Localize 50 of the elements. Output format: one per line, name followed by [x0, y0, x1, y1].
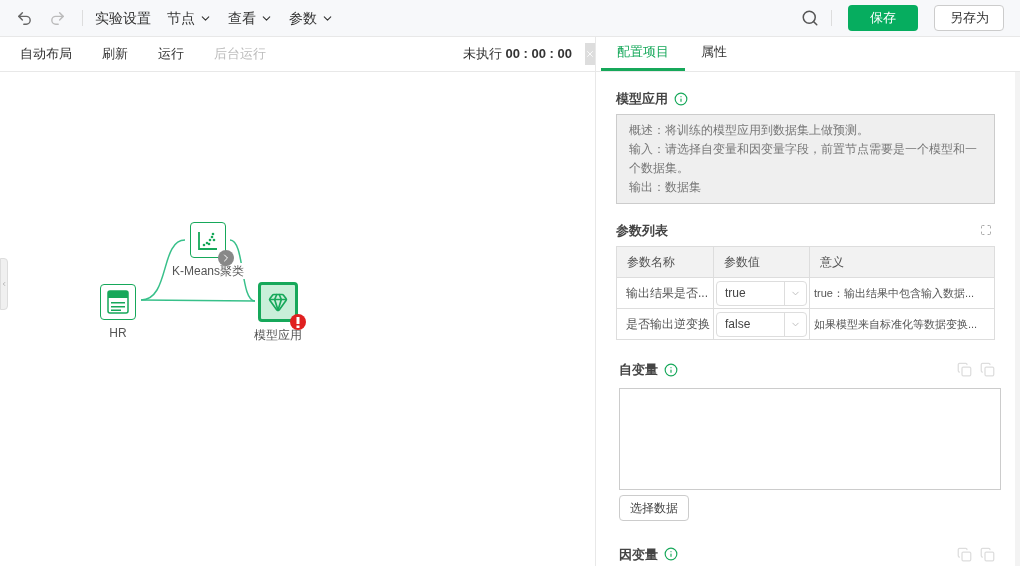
variable-list-field[interactable]	[619, 387, 1001, 490]
flow-node[interactable]	[190, 222, 226, 258]
flow-node[interactable]	[258, 282, 298, 322]
close-icon	[585, 49, 595, 59]
collapse-button[interactable]	[585, 43, 595, 65]
select-data-button[interactable]: 选择数据	[619, 494, 689, 521]
menu-item[interactable]: 节点	[167, 7, 212, 29]
table-cell: 输出结果是否...	[616, 277, 714, 309]
copy-icon[interactable]	[980, 546, 995, 562]
section-title: 模型应用	[616, 90, 668, 108]
redo-icon[interactable]	[49, 9, 66, 27]
menu-item[interactable]: 实验设置	[95, 7, 151, 29]
column-header: 参数名称	[616, 246, 714, 278]
description-text: 输入：请选择自变量和因变量字段，前置节点需要是一个模型和一个数据集。	[629, 140, 978, 177]
run-status: 未执行 00 : 00 : 00	[462, 45, 572, 64]
panel-tab[interactable]: 属性	[685, 36, 743, 71]
toolbar-button[interactable]: 刷新	[102, 44, 128, 64]
copy-icon[interactable]	[980, 362, 995, 378]
expand-icon[interactable]	[980, 224, 992, 237]
expand-left-button[interactable]	[0, 258, 8, 310]
node-label: 模型应用	[252, 327, 304, 343]
save-as-button[interactable]: 另存为	[934, 5, 1004, 31]
column-header: 意义	[809, 246, 995, 278]
info-icon[interactable]	[664, 362, 678, 377]
section-title: 参数列表	[616, 221, 668, 240]
section-title: 自变量	[619, 361, 658, 379]
menu-item[interactable]: 参数	[289, 7, 334, 29]
search-icon[interactable]	[801, 9, 819, 27]
toolbar-button[interactable]: 运行	[158, 44, 184, 64]
table-cell: true：输出结果中包含输入数据...	[809, 277, 995, 309]
description-text: 概述：将训练的模型应用到数据集上做预测。	[629, 121, 870, 139]
table-cell: 如果模型来自标准化等数据变换...	[809, 308, 995, 340]
description-text: 输出：数据集	[629, 178, 702, 196]
column-header: 参数值	[713, 246, 810, 278]
section-title: 因变量	[619, 545, 658, 564]
sql-file-icon	[107, 290, 129, 314]
menu-item[interactable]: 查看	[228, 7, 273, 29]
chevron-left-icon	[1, 280, 7, 288]
value-select[interactable]: true	[716, 280, 807, 306]
gem-icon	[268, 292, 288, 312]
value-select[interactable]: false	[716, 311, 807, 337]
copy-icon[interactable]	[957, 362, 972, 378]
flow-node[interactable]	[100, 284, 136, 320]
node-label: K-Means聚类	[170, 263, 246, 279]
table-cell: 是否输出逆变换	[616, 308, 714, 340]
copy-icon[interactable]	[957, 546, 972, 562]
undo-icon[interactable]	[16, 9, 33, 27]
info-icon[interactable]	[674, 91, 688, 106]
info-icon[interactable]	[664, 547, 678, 562]
toolbar-button[interactable]: 自动布局	[20, 44, 72, 64]
